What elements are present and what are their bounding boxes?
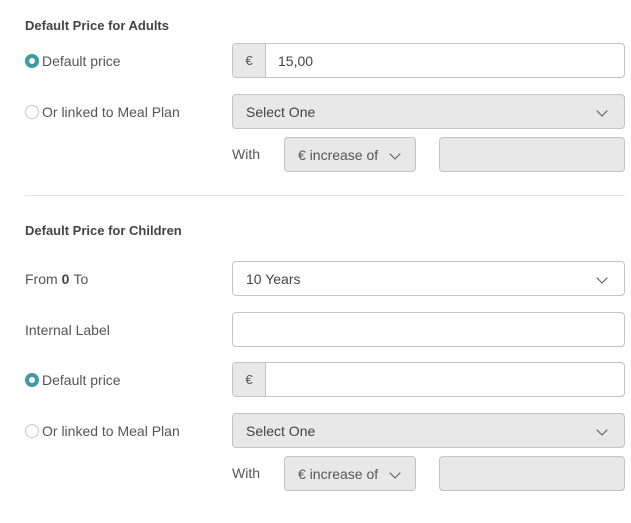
adults-meal-plan-select-value: Select One bbox=[246, 103, 316, 120]
children-age-to-value: 10 Years bbox=[246, 270, 301, 287]
children-default-price-option[interactable]: Default price bbox=[25, 370, 121, 390]
children-with-label: With bbox=[232, 465, 260, 481]
euro-currency-addon: € bbox=[233, 363, 266, 396]
children-age-to-select[interactable]: 10 Years bbox=[232, 261, 625, 296]
adults-default-price-option[interactable]: Default price bbox=[25, 51, 121, 71]
age-to-suffix: To bbox=[73, 271, 89, 287]
adults-default-price-label: Default price bbox=[42, 53, 121, 69]
children-increase-type-value: € increase of bbox=[298, 465, 379, 482]
children-default-price-label: Default price bbox=[42, 372, 121, 388]
adults-increase-type-value: € increase of bbox=[298, 146, 379, 163]
children-meal-plan-select-value: Select One bbox=[246, 422, 316, 439]
adults-increase-type-select[interactable]: € increase of bbox=[284, 137, 416, 172]
chevron-down-icon bbox=[390, 469, 400, 479]
age-from-value: 0 bbox=[61, 271, 70, 287]
adults-section-heading: Default Price for Adults bbox=[25, 18, 169, 33]
chevron-down-icon bbox=[597, 426, 607, 436]
children-meal-plan-select[interactable]: Select One bbox=[232, 413, 625, 448]
children-section-heading: Default Price for Children bbox=[25, 223, 182, 238]
children-increase-amount-input[interactable] bbox=[439, 456, 625, 491]
adults-meal-plan-option[interactable]: Or linked to Meal Plan bbox=[25, 102, 180, 122]
adults-default-price-radio[interactable] bbox=[25, 54, 39, 68]
children-default-price-radio[interactable] bbox=[25, 373, 39, 387]
adults-meal-plan-radio[interactable] bbox=[25, 105, 39, 119]
internal-label-label: Internal Label bbox=[25, 322, 110, 338]
children-meal-plan-radio[interactable] bbox=[25, 424, 39, 438]
adults-meal-plan-label: Or linked to Meal Plan bbox=[42, 104, 180, 120]
chevron-down-icon bbox=[597, 274, 607, 284]
euro-currency-addon: € bbox=[233, 44, 266, 77]
age-from-prefix: From bbox=[25, 271, 58, 287]
adults-default-price-input[interactable]: € 15,00 bbox=[232, 43, 625, 78]
chevron-down-icon bbox=[390, 150, 400, 160]
adults-default-price-value[interactable]: 15,00 bbox=[266, 53, 624, 69]
children-meal-plan-label: Or linked to Meal Plan bbox=[42, 423, 180, 439]
adults-with-label: With bbox=[232, 146, 260, 162]
children-age-range-label: From 0 To bbox=[25, 269, 88, 289]
chevron-down-icon bbox=[597, 107, 607, 117]
children-meal-plan-option[interactable]: Or linked to Meal Plan bbox=[25, 421, 180, 441]
children-default-price-input[interactable]: € bbox=[232, 362, 625, 397]
internal-label-input[interactable] bbox=[232, 312, 625, 347]
adults-increase-amount-input[interactable] bbox=[439, 137, 625, 172]
children-increase-type-select[interactable]: € increase of bbox=[284, 456, 416, 491]
section-divider bbox=[25, 195, 625, 196]
adults-meal-plan-select[interactable]: Select One bbox=[232, 94, 625, 129]
